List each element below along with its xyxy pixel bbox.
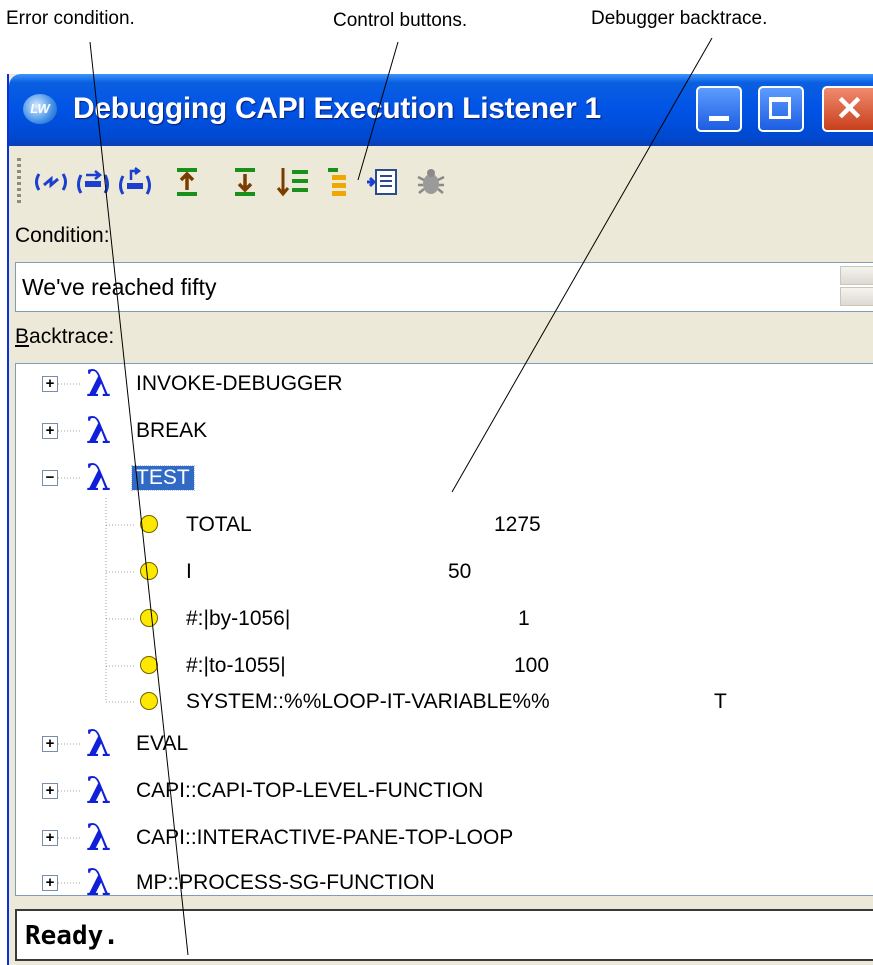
frame-label: EVAL — [136, 732, 189, 755]
find-source-icon — [367, 169, 397, 195]
variable-name: TOTAL — [186, 513, 252, 536]
condition-label: Condition: — [15, 224, 110, 247]
frame-row[interactable]: + λ MP::PROCESS-SG-FUNCTION — [16, 862, 873, 896]
variable-value: 1275 — [494, 513, 541, 536]
lambda-icon: λ — [86, 457, 112, 499]
lambda-icon: λ — [86, 770, 112, 812]
frame-up-icon — [177, 168, 197, 196]
toolbar — [9, 146, 873, 218]
abort-icon — [35, 173, 67, 191]
frame-row[interactable]: + λ EVAL — [16, 724, 873, 764]
frame-label-selected: TEST — [131, 465, 195, 491]
frame-row[interactable]: + λ CAPI::CAPI-TOP-LEVEL-FUNCTION — [16, 771, 873, 811]
app-logo-icon: LW — [23, 94, 57, 124]
variable-row[interactable]: SYSTEM::%%LOOP-IT-VARIABLE%% T — [16, 682, 873, 722]
variable-value: T — [714, 690, 727, 713]
condition-field[interactable]: We've reached fifty — [15, 262, 873, 312]
status-text: Ready. — [25, 921, 119, 951]
variable-icon — [140, 609, 158, 627]
maximize-button[interactable] — [758, 86, 804, 132]
variable-name: #:|by-1056| — [186, 607, 291, 630]
abort-button[interactable] — [31, 160, 71, 204]
expand-icon[interactable]: + — [42, 783, 58, 799]
minimize-button[interactable] — [696, 86, 742, 132]
lambda-icon: λ — [86, 410, 112, 452]
variable-icon — [140, 656, 158, 674]
maximize-icon — [769, 97, 791, 119]
variable-icon — [140, 515, 158, 533]
toolbar-grip[interactable] — [17, 158, 21, 206]
lambda-icon: λ — [86, 817, 112, 859]
bug-report-icon — [417, 169, 445, 194]
callout-error-condition: Error condition. — [6, 8, 135, 29]
expand-icon[interactable]: + — [42, 830, 58, 846]
spinner-down-button[interactable] — [840, 287, 873, 306]
title-bar[interactable]: LW Debugging CAPI Execution Listener 1 ✕ — [9, 74, 873, 146]
frame-down-button[interactable] — [225, 160, 265, 204]
expand-icon[interactable]: + — [42, 875, 58, 891]
callout-control-buttons: Control buttons. — [333, 10, 468, 31]
frame-label: MP::PROCESS-SG-FUNCTION — [136, 871, 435, 894]
variable-value: 1 — [518, 607, 530, 630]
frame-label: INVOKE-DEBUGGER — [136, 372, 343, 395]
spinner-up-button[interactable] — [840, 266, 873, 285]
frame-label: CAPI::CAPI-TOP-LEVEL-FUNCTION — [136, 779, 484, 802]
frame-label: CAPI::INTERACTIVE-PANE-TOP-LOOP — [136, 826, 514, 849]
window-title: Debugging CAPI Execution Listener 1 — [73, 92, 601, 125]
frame-row[interactable]: + λ CAPI::INTERACTIVE-PANE-TOP-LOOP — [16, 818, 873, 858]
expand-icon[interactable]: + — [42, 736, 58, 752]
backtrace-label: Backtrace: — [15, 325, 115, 348]
condition-spinner[interactable] — [840, 266, 873, 308]
frame-row-selected[interactable]: − λ TEST — [16, 458, 873, 498]
continue-icon — [77, 170, 109, 194]
frame-down-icon — [235, 168, 255, 196]
restart-icon — [119, 167, 151, 195]
minimize-icon — [709, 116, 729, 121]
variable-value: 100 — [514, 654, 550, 677]
expand-icon[interactable]: + — [42, 376, 58, 392]
bottom-frame-button[interactable] — [273, 160, 313, 204]
variable-name: I — [186, 560, 192, 583]
variable-row[interactable]: #:|to-1055| 100 — [16, 646, 873, 686]
top-frame-button[interactable] — [319, 160, 359, 204]
close-button[interactable]: ✕ — [822, 86, 873, 132]
find-source-button[interactable] — [363, 160, 403, 204]
expand-icon[interactable]: + — [42, 423, 58, 439]
variable-row[interactable]: #:|by-1056| 1 — [16, 599, 873, 639]
bug-report-button[interactable] — [411, 160, 451, 204]
debugger-window: LW Debugging CAPI Execution Listener 1 ✕ — [7, 74, 873, 965]
frame-up-button[interactable] — [167, 160, 207, 204]
variable-row[interactable]: I 50 — [16, 552, 873, 592]
variable-icon — [140, 562, 158, 580]
restart-button[interactable] — [115, 160, 155, 204]
variable-icon — [140, 692, 158, 710]
condition-text: We've reached fifty — [22, 274, 217, 300]
top-frame-icon — [328, 168, 346, 196]
frame-row[interactable]: + λ BREAK — [16, 411, 873, 451]
lambda-icon: λ — [86, 723, 112, 765]
lambda-icon: λ — [86, 862, 112, 896]
callout-debugger-backtrace: Debugger backtrace. — [591, 8, 768, 29]
variable-name: SYSTEM::%%LOOP-IT-VARIABLE%% — [186, 690, 550, 713]
bottom-frame-icon — [276, 168, 308, 197]
lambda-icon: λ — [86, 363, 112, 405]
backtrace-tree[interactable]: + λ INVOKE-DEBUGGER + λ BREAK − λ TEST T… — [15, 363, 873, 896]
variable-name: #:|to-1055| — [186, 654, 286, 677]
collapse-icon[interactable]: − — [42, 470, 58, 486]
continue-button[interactable] — [73, 160, 113, 204]
variable-row[interactable]: TOTAL 1275 — [16, 505, 873, 545]
frame-label: BREAK — [136, 419, 208, 442]
status-bar: Ready. — [15, 909, 873, 961]
close-icon: ✕ — [835, 90, 864, 128]
frame-row[interactable]: + λ INVOKE-DEBUGGER — [16, 364, 873, 404]
variable-value: 50 — [448, 560, 472, 583]
